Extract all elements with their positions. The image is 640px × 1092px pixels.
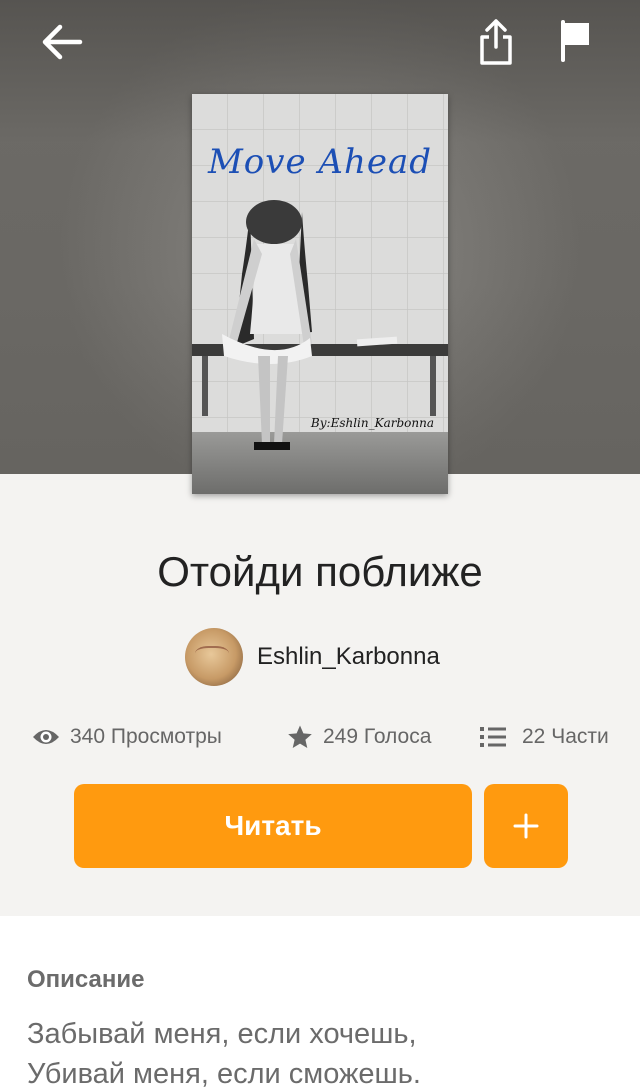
plus-icon <box>513 813 539 839</box>
eye-icon <box>33 730 59 744</box>
flag-icon <box>561 20 589 62</box>
description-panel: Описание Забывай меня, если хочешь, Убив… <box>0 916 640 1092</box>
star-icon <box>288 725 312 748</box>
description-heading: Описание <box>27 966 145 993</box>
book-cover[interactable]: Move Ahead By:Eshlin_Karbonna <box>192 94 448 494</box>
arrow-left-icon <box>42 24 83 60</box>
list-icon <box>480 727 506 747</box>
author-avatar[interactable] <box>185 628 243 686</box>
description-line: Забывай меня, если хочешь, <box>27 1018 417 1050</box>
share-icon <box>480 19 512 65</box>
parts-stat: 22 Части <box>480 720 609 754</box>
votes-count: 249 Голоса <box>323 725 432 748</box>
back-button[interactable] <box>32 12 92 72</box>
story-title: Отойди поближе <box>157 548 483 595</box>
read-button[interactable]: Читать <box>74 784 472 868</box>
cover-byline: By:Eshlin_Karbonna <box>310 416 434 430</box>
story-stats: 340 Просмотры 249 Голоса 22 Части <box>0 720 640 754</box>
cover-title: Move Ahead <box>207 142 433 182</box>
author-name[interactable]: Eshlin_Karbonna <box>257 643 440 671</box>
description-line: Убивай меня, если сможешь. <box>27 1058 421 1090</box>
parts-count: 22 Части <box>522 725 609 748</box>
share-button[interactable] <box>466 12 526 72</box>
description-text: Забывай меня, если хочешь, Убивай меня, … <box>27 1014 627 1092</box>
votes-stat: 249 Голоса <box>287 720 431 754</box>
author-link[interactable]: Eshlin_Karbonna <box>185 628 440 686</box>
views-count: 340 Просмотры <box>70 725 222 748</box>
add-to-library-button[interactable] <box>484 784 568 868</box>
report-button[interactable] <box>546 10 606 70</box>
views-stat: 340 Просмотры <box>32 720 222 754</box>
